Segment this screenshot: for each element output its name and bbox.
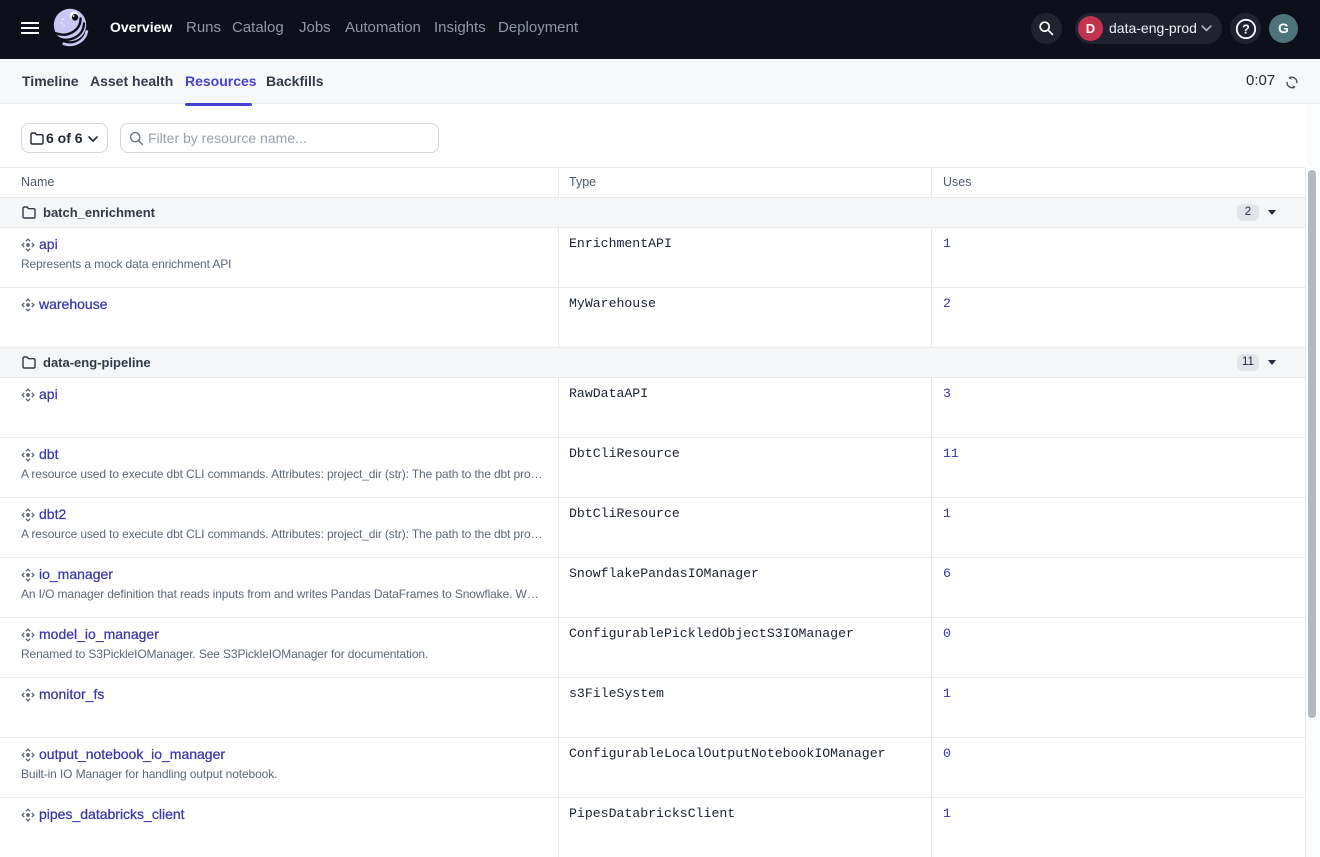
svg-text:?: ? xyxy=(1242,22,1250,36)
